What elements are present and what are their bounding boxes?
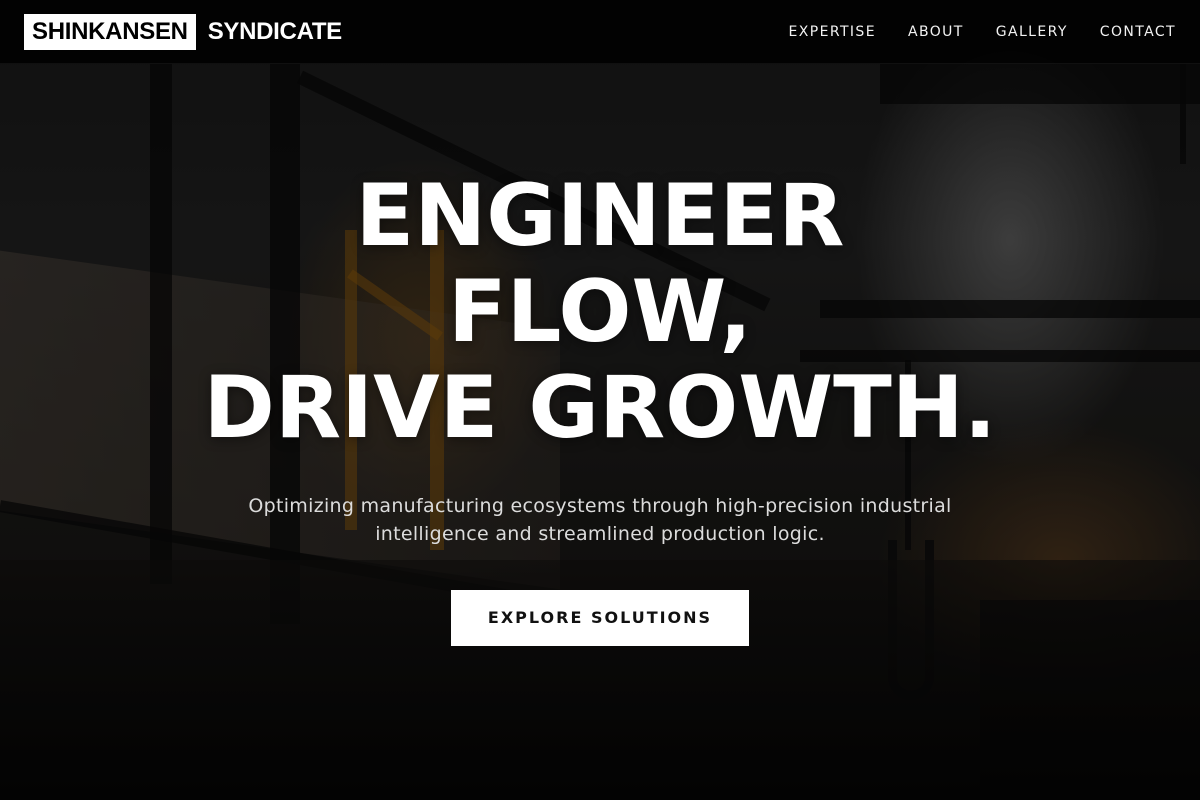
nav-link-contact[interactable]: CONTACT bbox=[1100, 24, 1176, 40]
nav-link-expertise[interactable]: EXPERTISE bbox=[789, 24, 876, 40]
hero-title: ENGINEER FLOW, DRIVE GROWTH. bbox=[0, 168, 1200, 456]
hero-subtitle: Optimizing manufacturing ecosystems thro… bbox=[248, 495, 952, 545]
site-header: SHINKANSEN SYNDICATE EXPERTISE ABOUT GAL… bbox=[0, 0, 1200, 64]
hero-title-line-3: DRIVE GROWTH. bbox=[203, 358, 997, 458]
logo-word-text: SYNDICATE bbox=[207, 17, 343, 45]
hero-title-line-2: FLOW, bbox=[447, 262, 753, 362]
explore-solutions-button[interactable]: EXPLORE SOLUTIONS bbox=[451, 590, 749, 646]
nav-link-about[interactable]: ABOUT bbox=[908, 24, 964, 40]
brand-logo[interactable]: SHINKANSEN SYNDICATE bbox=[24, 13, 343, 50]
logo-boxed-text: SHINKANSEN bbox=[24, 13, 196, 50]
nav-link-gallery[interactable]: GALLERY bbox=[996, 24, 1068, 40]
main-nav: EXPERTISE ABOUT GALLERY CONTACT bbox=[789, 24, 1176, 40]
hero-title-line-1: ENGINEER bbox=[355, 166, 845, 266]
hero-section: ENGINEER FLOW, DRIVE GROWTH. Optimizing … bbox=[0, 168, 1200, 646]
